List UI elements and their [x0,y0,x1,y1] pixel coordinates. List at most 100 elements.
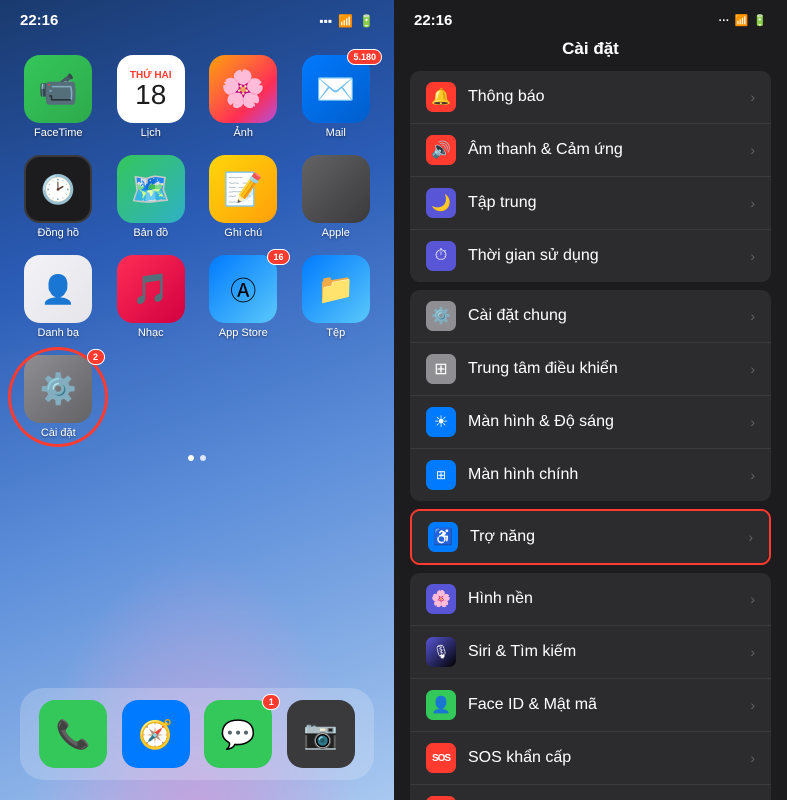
settings-trungtam[interactable]: ⊞ Trung tâm điều khiển › [410,343,771,396]
settings-tronang[interactable]: ♿ Trợ năng › [412,511,769,563]
lich-icon: THỨ HAI 18 [117,55,185,123]
signal-icon: ▪▪▪ [319,14,332,28]
messages-icon: 💬 [204,700,272,768]
app-facetime[interactable]: 📹 FaceTime [20,55,97,139]
thongbao-chevron: › [750,89,755,105]
sos-chevron: › [750,750,755,766]
app-nhac[interactable]: 🎵 Nhạc [113,255,190,339]
lich-label: Lịch [141,127,161,139]
bando-label: Bản đồ [133,227,168,239]
settings-manhinh[interactable]: ☀ Màn hình & Độ sáng › [410,396,771,449]
settings-amthanh[interactable]: 🔊 Âm thanh & Cảm ứng › [410,124,771,177]
dock-camera[interactable]: 📷 [287,700,355,768]
settings-thongbao[interactable]: 🔔 Thông báo › [410,71,771,124]
app-caidat[interactable]: ⚙️ 2 Cài đặt [20,355,97,439]
app-donghо[interactable]: 🕑 Đồng hồ [20,155,97,239]
right-panel: 22:16 ··· 📶 🔋 Cài đặt 🔔 Thông báo › 🔊 Âm… [394,0,787,800]
app-lich[interactable]: THỨ HAI 18 Lịch [113,55,190,139]
caidat-icon: ⚙️ [24,355,92,423]
signal-dots-icon: ··· [719,15,730,27]
trungtam-icon: ⊞ [426,354,456,384]
time-left: 22:16 [20,12,58,29]
settings-manhinhchinh[interactable]: ⊞ Màn hình chính › [410,449,771,501]
siri-label: Siri & Tìm kiếm [468,643,738,661]
nhac-icon: 🎵 [117,255,185,323]
app-apple[interactable]: Apple [298,155,375,239]
app-ghichu[interactable]: 📝 Ghi chú [205,155,282,239]
settings-taptrung[interactable]: 🌙 Tập trung › [410,177,771,230]
wifi-icon: 📶 [338,14,353,28]
thongbao-icon: 🔔 [426,82,456,112]
anh-icon: 🌸 [209,55,277,123]
manhinhchinh-label: Màn hình chính [468,466,738,484]
thoigian-chevron: › [750,248,755,264]
manhinh-label: Màn hình & Độ sáng [468,413,738,431]
manhinh-chevron: › [750,414,755,430]
dock-phone[interactable]: 📞 [39,700,107,768]
caidat-badge: 2 [87,349,105,365]
appstore-label: App Store [219,327,268,339]
settings-faceid[interactable]: 👤 Face ID & Mật mã › [410,679,771,732]
caidatung-icon: ⚙️ [426,301,456,331]
taptrung-chevron: › [750,195,755,211]
status-icons-right: ··· 📶 🔋 [719,14,767,27]
settings-group-4: 🌸 Hình nền › 🎙 Siri & Tìm kiếm › 👤 Face … [410,573,771,800]
bando-icon: 🗺️ [117,155,185,223]
bottom-dock: 📞 🧭 💬 1 📷 [20,688,374,780]
faceid-label: Face ID & Mật mã [468,696,738,714]
facetime-label: FaceTime [34,127,83,139]
settings-siri[interactable]: 🎙 Siri & Tìm kiếm › [410,626,771,679]
app-anh[interactable]: 🌸 Ảnh [205,55,282,139]
page-dots [0,455,394,461]
thongbao-label: Thông báo [468,88,738,106]
caidatung-chevron: › [750,308,755,324]
dot-2 [200,455,206,461]
donghо-label: Đồng hồ [37,227,79,239]
lich-day: 18 [135,81,166,109]
messages-badge: 1 [262,694,280,710]
app-tep[interactable]: 📁 Tệp [298,255,375,339]
dock-messages[interactable]: 💬 1 [204,700,272,768]
settings-group-1: 🔔 Thông báo › 🔊 Âm thanh & Cảm ứng › 🌙 T… [410,71,771,282]
manhinh-icon: ☀ [426,407,456,437]
mail-icon: ✉️ [302,55,370,123]
trungtam-label: Trung tâm điều khiển [468,360,738,378]
settings-sos[interactable]: SOS SOS khẩn cấp › [410,732,771,785]
appstore-badge: 16 [267,249,289,265]
dock-safari[interactable]: 🧭 [122,700,190,768]
time-right: 22:16 [414,12,452,29]
settings-group-2: ⚙️ Cài đặt chung › ⊞ Trung tâm điều khiể… [410,290,771,501]
thoigian-icon: ⏱ [426,241,456,271]
donghо-icon: 🕑 [24,155,92,223]
settings-hinhnenhinhnen[interactable]: 🌸 Hình nền › [410,573,771,626]
tronang-icon: ♿ [428,522,458,552]
manhinhchinh-chevron: › [750,467,755,483]
anh-label: Ảnh [233,127,253,139]
app-grid: 📹 FaceTime THỨ HAI 18 Lịch 🌸 Ảnh ✉️ 5.18… [0,35,394,439]
manhinhchinh-icon: ⊞ [426,460,456,490]
app-appstore[interactable]: Ⓐ 16 App Store [205,255,282,339]
app-danhba[interactable]: 👤 Danh bạ [20,255,97,339]
danhba-label: Danh bạ [37,327,79,339]
apple-label: Apple [322,227,350,239]
mail-badge: 5.180 [347,49,382,65]
danhba-icon: 👤 [24,255,92,323]
app-mail[interactable]: ✉️ 5.180 Mail [298,55,375,139]
facetime-icon: 📹 [24,55,92,123]
trungtam-chevron: › [750,361,755,377]
settings-thoigian[interactable]: ⏱ Thời gian sử dụng › [410,230,771,282]
thoigian-label: Thời gian sử dụng [468,247,738,265]
app-bando[interactable]: 🗺️ Bản đồ [113,155,190,239]
phone-icon: 📞 [39,700,107,768]
appstore-icon: Ⓐ [209,255,277,323]
faceid-chevron: › [750,697,755,713]
status-icons-left: ▪▪▪ 📶 🔋 [319,14,374,28]
settings-thongbaotiepxuc[interactable]: 📡 Thông báo tiếp xúc › [410,785,771,800]
tronang-chevron: › [748,529,753,545]
caidat-label: Cài đặt [41,427,76,439]
battery-icon: 🔋 [359,14,374,28]
mail-label: Mail [326,127,346,139]
taptrung-label: Tập trung [468,194,738,212]
tep-icon: 📁 [302,255,370,323]
settings-caidatung[interactable]: ⚙️ Cài đặt chung › [410,290,771,343]
